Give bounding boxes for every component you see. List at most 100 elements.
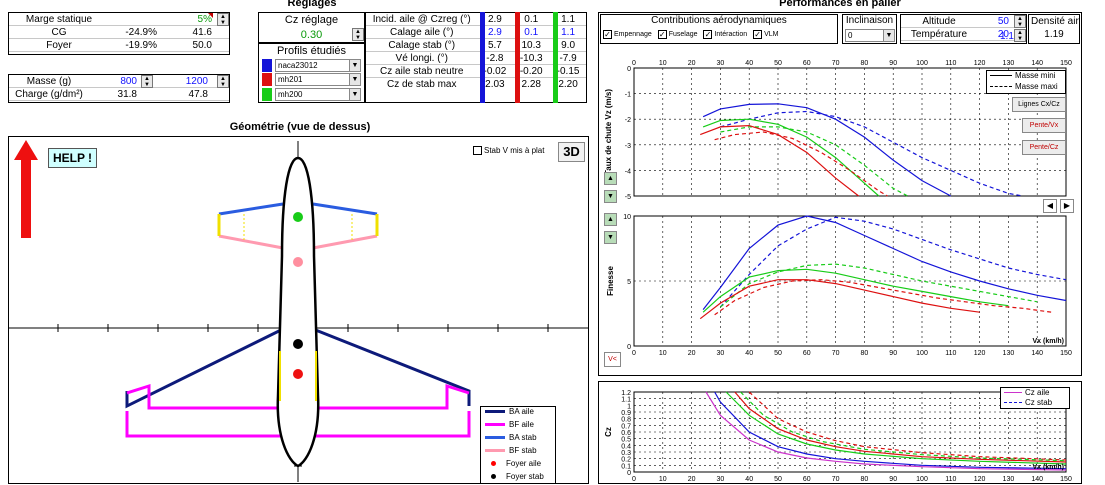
x-tick-label: 90	[889, 60, 897, 67]
legend-item: BF aile	[481, 420, 555, 433]
check-interaction[interactable]: ✓ Intéraction	[703, 30, 747, 39]
charge-min-value: 31.8	[117, 88, 137, 100]
y-tick-label: 0.3	[621, 450, 631, 457]
x-tick-label: 30	[717, 60, 725, 67]
x-tick-label: 120	[974, 60, 986, 67]
y-tick-label: 0.9	[621, 410, 631, 417]
masse-min-spinner[interactable]: ▲ ▼	[141, 75, 153, 88]
altitude-spinner[interactable]: ▲ ▼	[1014, 15, 1026, 28]
legend-swatch	[485, 449, 505, 453]
x-tick-label: 50	[774, 350, 782, 357]
x-tick-label: 20	[688, 476, 696, 482]
check-fuselage[interactable]: ✓ Fuselage	[657, 30, 698, 39]
pente-vx-button[interactable]: Pente/Vx	[1022, 118, 1066, 133]
x-tick-label: 70	[832, 476, 840, 482]
param-label: Vé longi. (°)	[395, 52, 448, 64]
masse-max-value[interactable]: 1200	[155, 75, 210, 88]
profils-label: Profils étudiés	[276, 45, 347, 57]
arrow-right-icon[interactable]: ▶	[1060, 199, 1074, 213]
x-tick-label: 100	[916, 60, 928, 67]
y-tick-label: -1	[625, 92, 631, 99]
y-axis-label: Cz	[604, 427, 613, 437]
legend-label: BF aile	[509, 420, 534, 429]
legend-label: Foyer aile	[506, 459, 542, 468]
profil-select-1[interactable]: naca23012 ▼	[275, 59, 361, 72]
cz-reglage-label: Cz réglage	[284, 14, 339, 26]
y-tick-label: 1.1	[621, 397, 631, 404]
x-tick-label: 130	[1003, 350, 1015, 357]
cz-spinner[interactable]: ▲ ▼	[352, 28, 364, 41]
perf-title: Performances en palier	[779, 0, 901, 9]
chevron-down-icon: ▼	[349, 74, 360, 85]
y-tick-label: 1	[627, 403, 631, 410]
x-tick-label: 40	[745, 60, 753, 67]
arrow-up-icon[interactable]: ▲	[604, 172, 617, 185]
y-tick-label: 0.5	[621, 437, 631, 444]
legend-item: Foyer stab	[481, 472, 555, 485]
legend-item: BA aile	[481, 407, 555, 420]
pente-cz-button[interactable]: Pente/Cz	[1022, 140, 1066, 155]
charge-max-value: 47.8	[188, 88, 208, 100]
masse-legend: Masse mini Masse maxi	[986, 70, 1066, 94]
x-tick-label: 140	[1031, 60, 1043, 67]
help-button[interactable]: HELP !	[48, 148, 97, 168]
arrow-up-icon[interactable]: ▲	[604, 213, 617, 226]
y-tick-label: 0.2	[621, 457, 631, 464]
legend-item: Foyer aile	[481, 459, 555, 472]
foyer-label: Foyer	[46, 39, 72, 51]
chart-finesse: 0 10 20 30 40 50 60 70 80 90 100 110 120 130 140 150 0 5 1…	[606, 214, 1072, 357]
temperature-spinner[interactable]: ▲ ▼	[1014, 29, 1026, 42]
x-tick-label: 10	[659, 60, 667, 67]
masse-min-value[interactable]: 800	[89, 75, 139, 88]
y-tick-label: 0	[627, 66, 631, 73]
x-tick-label: 120	[974, 350, 986, 357]
va-button[interactable]: V<	[604, 352, 621, 367]
x-tick-label: 80	[861, 476, 869, 482]
arrow-down-icon[interactable]: ▼	[604, 190, 617, 203]
cz-reglage-value[interactable]: 0.30	[259, 28, 364, 42]
check-empennage[interactable]: ✓ Empennage	[603, 30, 652, 39]
y-tick-label: 0.8	[621, 417, 631, 424]
3d-button[interactable]: 3D	[558, 142, 585, 162]
foyer-value: 50.0	[192, 39, 212, 51]
y-axis-label: Finesse	[606, 266, 615, 296]
chevron-down-icon: ▼	[349, 89, 360, 100]
altitude-value[interactable]: 50	[977, 15, 1011, 28]
marge-value[interactable]: 5%	[159, 13, 214, 26]
profil-select-3[interactable]: mh200 ▼	[275, 88, 361, 101]
param-label: Incid. aile @ Czreg (°)	[372, 13, 471, 25]
x-tick-label: 110	[945, 350, 956, 357]
arrow-left-icon[interactable]: ◀	[1043, 199, 1057, 213]
y-tick-label: 0.4	[621, 443, 631, 450]
x-tick-label: 130	[1003, 476, 1015, 482]
masse-max-spinner[interactable]: ▲ ▼	[217, 75, 229, 88]
param-label: Calage stab (°)	[388, 39, 456, 51]
legend-swatch	[485, 423, 505, 427]
x-axis-label: Vx (km/h)	[1032, 338, 1064, 345]
x-tick-label: 20	[688, 350, 696, 357]
y-tick-label: 0	[627, 344, 631, 351]
legend-swatch	[485, 436, 505, 440]
lignes-cx-cz-button[interactable]: Lignes Cx/Cz	[1012, 97, 1066, 112]
foyer-pct: -19.9%	[125, 39, 157, 51]
x-tick-label: 60	[803, 60, 811, 67]
cz-legend: Cz aile Cz stab	[1000, 387, 1070, 409]
x-tick-label: 140	[1031, 476, 1043, 482]
x-tick-label: 150	[1060, 350, 1072, 357]
marge-spinner[interactable]: ▲ ▼	[217, 13, 229, 26]
profil-color-2	[262, 73, 272, 86]
x-tick-label: 0	[632, 476, 636, 482]
check-vlm[interactable]: ✓ VLM	[753, 30, 779, 39]
profil-select-2[interactable]: mh201 ▼	[275, 73, 361, 86]
x-tick-label: 90	[889, 350, 897, 357]
x-tick-label: 10	[659, 350, 667, 357]
arrow-down-icon[interactable]: ▼	[604, 231, 617, 244]
legend-label: BF stab	[509, 446, 537, 455]
inclinaison-select[interactable]: 0 ▼	[845, 29, 895, 42]
chevron-down-icon: ▼	[349, 60, 360, 71]
legend-swatch	[491, 461, 496, 467]
stab-v-checkbox[interactable]: Stab V mis à plat	[473, 146, 544, 156]
chevron-down-icon: ▼	[883, 30, 894, 41]
x-tick-label: 70	[832, 60, 840, 67]
param-label: Calage aile (°)	[389, 26, 454, 38]
